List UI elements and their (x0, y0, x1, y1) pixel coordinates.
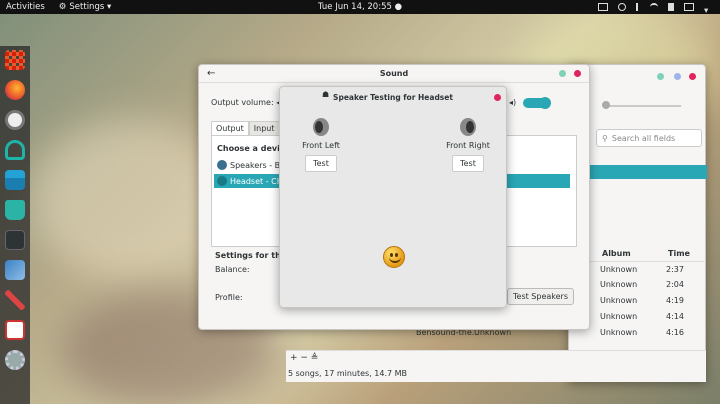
search-input[interactable]: ⚲ Search all fields (596, 129, 702, 147)
window-minimize-icon[interactable] (559, 70, 566, 77)
speaker-icon (458, 117, 478, 137)
test-front-left-button[interactable]: Test (305, 155, 337, 172)
gear-icon: ⚙ (58, 2, 67, 12)
time-cell: 4:14 (666, 312, 684, 321)
dialog-title: Speaker Testing for Headset (333, 93, 453, 102)
activities-button[interactable]: Activities (6, 2, 45, 12)
updater-icon[interactable] (5, 110, 25, 130)
settings-icon[interactable] (5, 350, 25, 370)
front-left-speaker: Front Left Test (286, 117, 356, 172)
album-cell: Unknown (600, 328, 638, 337)
device-label: Speakers - Bu (230, 160, 286, 170)
window-maximize-icon[interactable] (674, 73, 681, 80)
speaker-icon (311, 117, 331, 137)
headphones-icon[interactable] (5, 140, 25, 160)
balance-label: Balance: (215, 265, 250, 274)
terminal-icon[interactable] (5, 230, 25, 250)
app-menu[interactable]: ⚙ Settings ▾ (59, 2, 111, 12)
album-cell: Unknown (600, 280, 638, 289)
tab-input[interactable]: Input (248, 121, 280, 136)
software-icon[interactable] (5, 200, 25, 220)
tab-output[interactable]: Output (211, 121, 249, 136)
front-right-speaker: Front Right Test (433, 117, 503, 172)
bluetooth-icon (636, 3, 640, 11)
rhythmbox-footer: + − ≜ 5 songs, 17 minutes, 14.7 MB (286, 350, 706, 382)
power-menu-icon: ▾ (704, 6, 709, 16)
output-volume-slider[interactable] (523, 97, 551, 109)
time-cell: 2:37 (666, 265, 684, 274)
window-close-icon[interactable] (574, 70, 581, 77)
window-close-icon[interactable] (494, 94, 501, 101)
volume-icon (668, 3, 674, 11)
battery-icon (684, 3, 694, 11)
search-placeholder: Search all fields (611, 133, 676, 143)
wifi-icon (650, 3, 658, 11)
app-menu-label: Settings ▾ (69, 2, 112, 12)
dock (0, 46, 30, 404)
playlist-tools[interactable]: + − ≜ (290, 353, 318, 363)
album-column-header[interactable]: Album (602, 249, 631, 258)
front-right-label: Front Right (446, 141, 490, 150)
network-icon (598, 3, 608, 11)
speaker-device-icon (217, 160, 227, 170)
top-bar: Activities ⚙ Settings ▾ Tue Jun 14, 20:5… (0, 0, 720, 16)
clock[interactable]: Tue Jun 14, 20:55 ● (318, 2, 402, 12)
album-cell: Unknown (600, 265, 638, 274)
window-title: Sound (379, 69, 409, 78)
search-icon: ⚲ (602, 133, 608, 143)
system-tray[interactable]: ▾ (598, 3, 712, 16)
front-left-label: Front Left (302, 141, 340, 150)
volume-slider-track[interactable] (605, 105, 681, 107)
test-front-right-button[interactable]: Test (452, 155, 484, 172)
accessibility-icon (618, 3, 626, 11)
time-column-header[interactable]: Time (668, 249, 690, 258)
sound-titlebar: ← Sound (199, 65, 589, 83)
test-speakers-button[interactable]: Test Speakers (507, 288, 575, 305)
album-cell: Unknown (600, 312, 638, 321)
speaker-high-icon: ◂) (509, 98, 517, 107)
time-cell: 4:19 (666, 296, 684, 305)
output-volume-label: Output volume: ◂ (211, 98, 280, 107)
profile-label: Profile: (215, 293, 243, 302)
speaker-testing-dialog: ☗ Speaker Testing for Headset Front Left… (279, 86, 507, 308)
headset-icon: ☗ (322, 90, 330, 99)
apps-grid-icon[interactable] (5, 50, 25, 70)
volume-slider-knob[interactable] (602, 101, 610, 109)
cards-icon[interactable] (5, 320, 25, 340)
window-minimize-icon[interactable] (657, 73, 664, 80)
headset-device-icon (217, 176, 227, 186)
firefox-icon[interactable] (5, 80, 25, 100)
back-arrow-icon[interactable]: ← (207, 68, 215, 79)
window-close-icon[interactable] (689, 73, 696, 80)
album-cell: Unknown (600, 296, 638, 305)
output-volume-text: Output volume: (211, 98, 274, 107)
time-cell: 4:16 (666, 328, 684, 337)
status-bar: 5 songs, 17 minutes, 14.7 MB (288, 369, 408, 378)
listener-smiley-icon (383, 246, 405, 268)
tool-icon[interactable] (5, 290, 25, 310)
files-icon[interactable] (5, 170, 25, 190)
screenshot-icon[interactable] (5, 260, 25, 280)
time-cell: 2:04 (666, 280, 684, 289)
